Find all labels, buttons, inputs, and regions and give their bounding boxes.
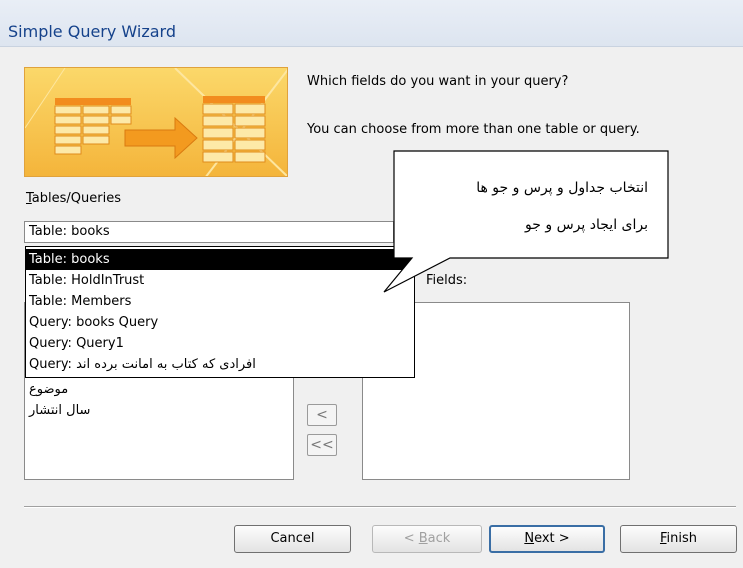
prompt-line-2: You can choose from more than one table … (307, 122, 640, 137)
dropdown-option[interactable]: Query: books Query (26, 312, 414, 333)
tables-queries-label: Tables/Queries (26, 191, 121, 206)
window-title: Simple Query Wizard (8, 22, 176, 41)
cancel-button[interactable]: Cancel (234, 525, 351, 553)
back-button[interactable]: < Back (372, 525, 482, 553)
callout-line-1: انتخاب جداول و پرس و جو ها (476, 180, 648, 196)
remove-field-button[interactable]: < (307, 404, 337, 426)
prompt-line-1: Which fields do you want in your query? (307, 74, 569, 89)
callout-line-2: برای ایجاد پرس و جو (525, 217, 648, 233)
list-item[interactable]: موضوع (29, 382, 68, 397)
next-button[interactable]: Next > (489, 525, 605, 553)
tables-queries-selected: Table: books (29, 224, 110, 239)
dropdown-option[interactable]: Table: HoldInTrust (26, 270, 414, 291)
tables-queries-dropdown[interactable]: Table: books Table: HoldInTrust Table: M… (25, 246, 415, 378)
tables-queries-combo[interactable]: Table: books (24, 221, 394, 243)
title-bar: Simple Query Wizard (0, 0, 743, 47)
dropdown-option[interactable]: Table: books (26, 249, 414, 270)
finish-button[interactable]: Finish (620, 525, 737, 553)
wizard-illustration (24, 67, 288, 177)
dropdown-option[interactable]: Query: Query1 (26, 333, 414, 354)
selected-fields-label: Fields: (426, 273, 468, 288)
dropdown-option[interactable]: Query: افرادی که کتاب به امانت برده اند (26, 354, 414, 375)
separator (24, 506, 736, 508)
list-item[interactable]: سال انتشار (29, 403, 90, 418)
dropdown-option[interactable]: Table: Members (26, 291, 414, 312)
remove-all-fields-button[interactable]: << (307, 434, 337, 456)
